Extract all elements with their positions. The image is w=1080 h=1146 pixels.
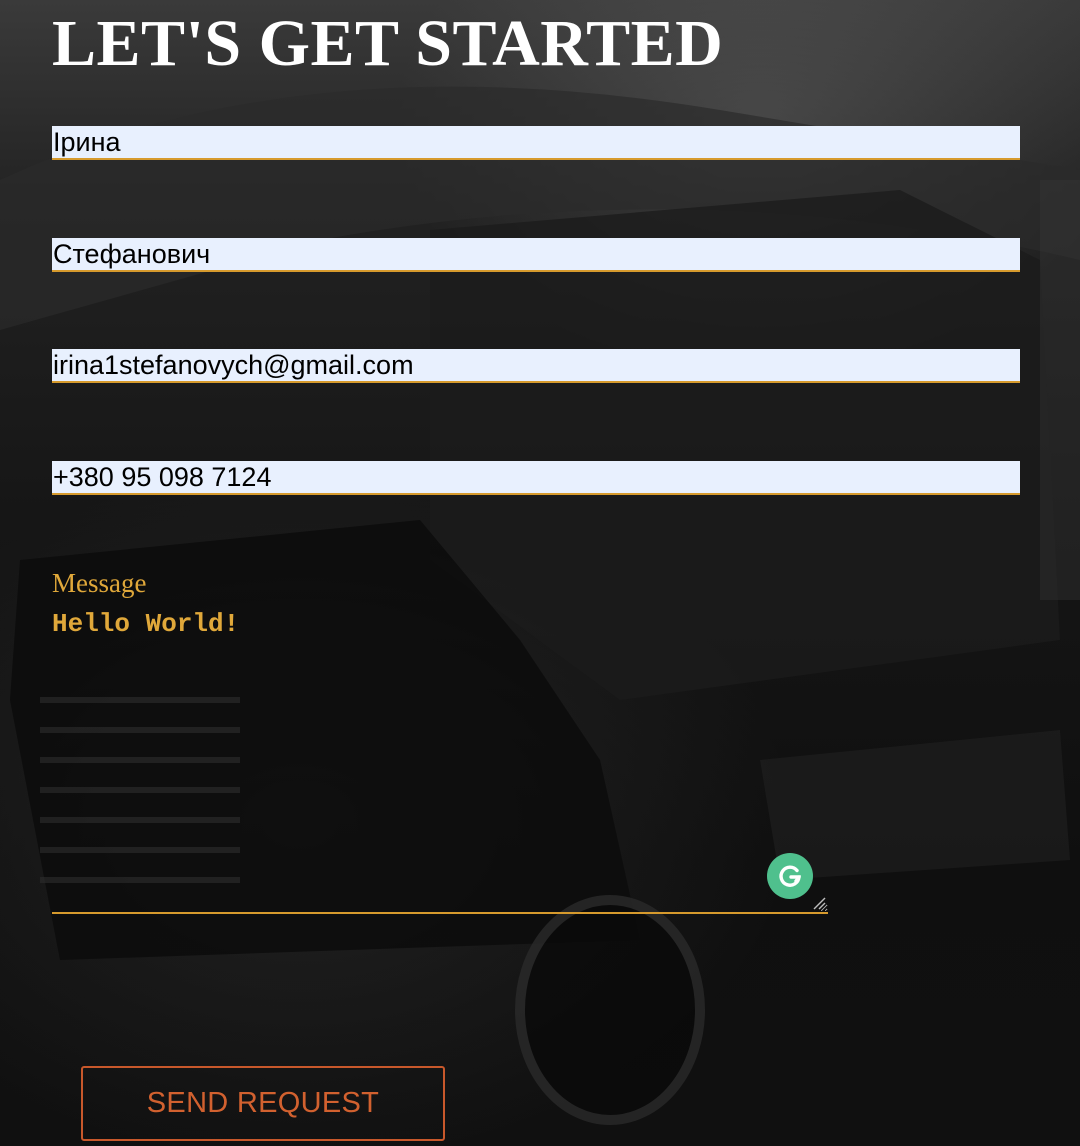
first-name-input[interactable] (52, 126, 1020, 160)
resize-handle-icon[interactable] (812, 896, 826, 910)
send-request-button[interactable]: SEND REQUEST (81, 1066, 445, 1141)
truck-background-image (0, 86, 1080, 1125)
message-textarea[interactable]: Hello World! (52, 606, 828, 914)
last-name-input[interactable] (52, 238, 1020, 272)
grammarly-g-glyph-icon (779, 865, 801, 887)
phone-input[interactable] (52, 461, 1020, 495)
email-input[interactable] (52, 349, 1020, 383)
contact-page: LET'S GET STARTED Message Hello World! S… (0, 0, 1080, 1146)
message-label: Message (52, 568, 147, 598)
grammarly-icon[interactable] (767, 853, 813, 899)
page-title: LET'S GET STARTED (52, 7, 724, 80)
